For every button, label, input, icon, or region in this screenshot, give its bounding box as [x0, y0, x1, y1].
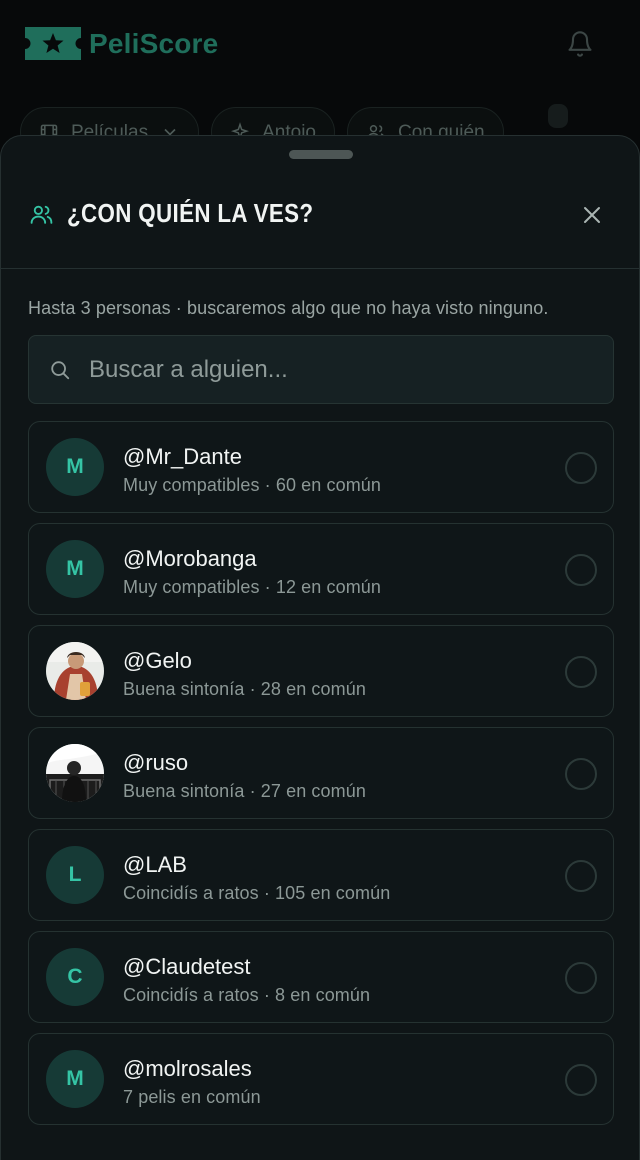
close-icon: [584, 207, 600, 223]
bell-icon[interactable]: [566, 29, 594, 59]
avatar: C: [46, 948, 104, 1006]
filter-chip-overflow: [548, 104, 568, 128]
list-item[interactable]: M @Morobanga Muy compatibles · 12 en com…: [28, 523, 614, 615]
person-handle: @Claudetest: [123, 954, 251, 979]
person-handle: @Morobanga: [123, 546, 257, 571]
avatar: M: [46, 438, 104, 496]
search-box: [28, 335, 614, 404]
avatar: M: [46, 540, 104, 598]
select-radio[interactable]: [565, 1064, 597, 1096]
person-handle: @molrosales: [123, 1056, 252, 1081]
brand[interactable]: PeliScore: [25, 27, 218, 60]
avatar-photo-image: [46, 642, 104, 700]
avatar-photo: [46, 744, 104, 802]
person-compat: Buena sintonía · 27 en común: [123, 781, 366, 801]
list-item[interactable]: M @Mr_Dante Muy compatibles · 60 en comú…: [28, 421, 614, 513]
hint-text: Hasta 3 personas · buscaremos algo que n…: [28, 298, 549, 318]
select-radio[interactable]: [565, 452, 597, 484]
person-handle: @Mr_Dante: [123, 444, 242, 469]
list-item[interactable]: C @Claudetest Coincidís a ratos · 8 en c…: [28, 931, 614, 1023]
sheet-header: ¿CON QUIÉN LA VES?: [1, 136, 639, 269]
app-header: PeliScore: [0, 0, 640, 90]
person-compat: Buena sintonía · 28 en común: [123, 679, 366, 699]
select-radio[interactable]: [565, 554, 597, 586]
person-compat: Coincidís a ratos · 105 en común: [123, 883, 391, 903]
sheet-title: ¿CON QUIÉN LA VES?: [67, 198, 314, 228]
list-item[interactable]: M @molrosales 7 pelis en común: [28, 1033, 614, 1125]
select-radio[interactable]: [565, 656, 597, 688]
search-icon: [51, 360, 70, 379]
person-handle: @ruso: [123, 750, 189, 775]
people-icon: [30, 205, 53, 224]
select-radio[interactable]: [565, 758, 597, 790]
avatar-photo-image: [46, 744, 104, 802]
list-item[interactable]: @Gelo Buena sintonía · 28 en común: [28, 625, 614, 717]
avatar: M: [46, 1050, 104, 1108]
select-radio[interactable]: [565, 962, 597, 994]
person-compat: Muy compatibles · 12 en común: [123, 577, 382, 597]
person-handle: @LAB: [123, 852, 187, 877]
person-compat: 7 pelis en común: [123, 1087, 261, 1107]
select-radio[interactable]: [565, 860, 597, 892]
person-handle: @Gelo: [123, 648, 192, 673]
person-compat: Muy compatibles · 60 en común: [123, 475, 382, 495]
list-item[interactable]: L @LAB Coincidís a ratos · 105 en común: [28, 829, 614, 921]
list-item[interactable]: @ruso Buena sintonía · 27 en común: [28, 727, 614, 819]
brand-name: PeliScore: [89, 27, 219, 59]
people-list: M @Mr_Dante Muy compatibles · 60 en comú…: [28, 421, 614, 1135]
close-button[interactable]: [577, 200, 607, 230]
search-input[interactable]: [89, 355, 569, 384]
star-ticket-icon: [25, 27, 81, 60]
avatar-photo: [46, 642, 104, 700]
person-compat: Coincidís a ratos · 8 en común: [123, 985, 371, 1005]
avatar: L: [46, 846, 104, 904]
with-whom-sheet: ¿CON QUIÉN LA VES? Hasta 3 personas · bu…: [0, 135, 640, 1160]
